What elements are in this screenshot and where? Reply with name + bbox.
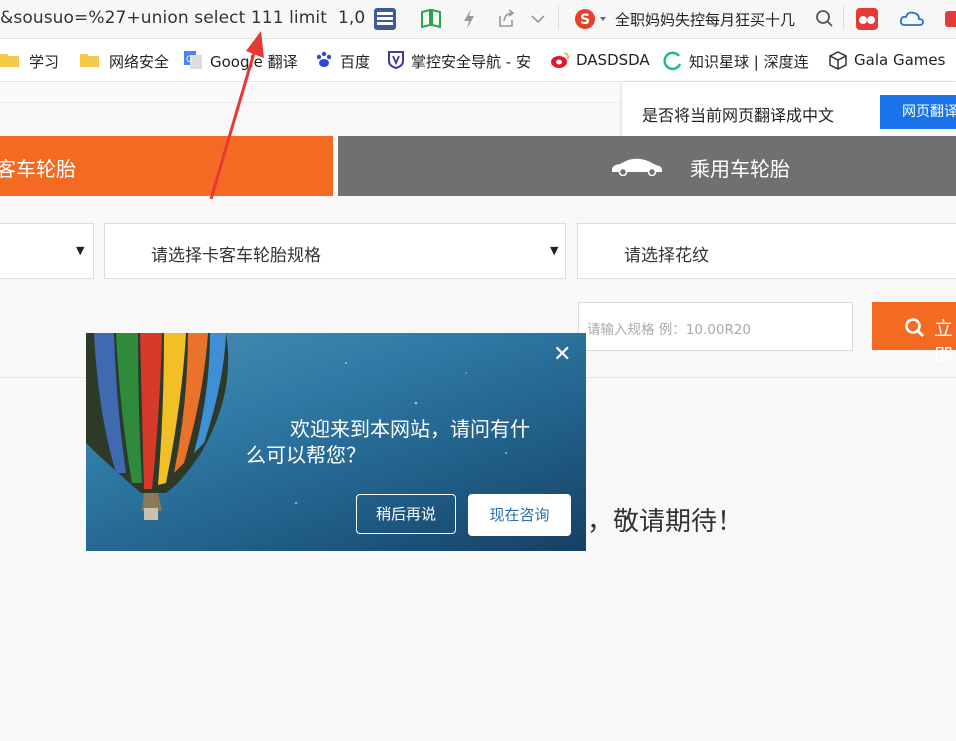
search-box[interactable]: 全职妈妈失控每月狂买十几 [615, 9, 795, 30]
pattern-select[interactable]: 请选择花纹 [577, 223, 956, 279]
google-translate-icon: G [184, 51, 202, 69]
tab-truck-tires[interactable]: 客车轮胎 [0, 136, 333, 196]
lightning-icon[interactable] [461, 7, 477, 31]
tab-car-tires-label: 乘用车轮胎 [690, 157, 790, 181]
chat-later-button[interactable]: 稍后再说 [356, 494, 456, 534]
toolbar-divider [558, 6, 559, 30]
video-icon[interactable] [944, 7, 956, 31]
chat-message-line1: 欢迎来到本网站，请问有什 [290, 417, 530, 441]
svg-text:S: S [580, 12, 590, 28]
pattern-select-label: 请选择花纹 [624, 246, 709, 266]
address-bar-url[interactable]: &sousuo=%27+union select 111 limit 1,0 [0, 8, 365, 28]
tab-truck-tires-label: 客车轮胎 [0, 157, 76, 181]
tab-car-tires[interactable]: 乘用车轮胎 [338, 136, 956, 196]
baidu-paw-icon [316, 51, 332, 67]
first-select[interactable]: ▼ [0, 223, 94, 279]
folder-icon [0, 54, 19, 67]
search-button-label: 立即 [934, 318, 954, 367]
zsxq-circle-icon [663, 51, 682, 71]
car-icon [612, 158, 662, 176]
svg-text:G: G [186, 55, 193, 65]
book-icon[interactable] [419, 7, 443, 31]
cloud-icon[interactable] [898, 7, 926, 31]
search-icon [905, 318, 925, 338]
bookmark-security-nav[interactable]: 掌控安全导航 - 安 [411, 51, 531, 72]
spec-select[interactable]: 请选择卡客车轮胎规格 ▼ [104, 223, 566, 279]
bookmark-baidu[interactable]: 百度 [340, 51, 370, 72]
bookmark-gala-games[interactable]: Gala Games [854, 51, 945, 69]
reader-mode-icon[interactable] [373, 7, 397, 31]
chat-consult-button[interactable]: 现在咨询 [468, 494, 571, 536]
bookmark-study[interactable]: 学习 [29, 51, 59, 72]
bookmark-google-translate[interactable]: Google 翻译 [210, 51, 298, 72]
search-button[interactable]: 立即 [872, 302, 956, 367]
bookmarks-bar: 学习 网络安全 G Google 翻译 百度 掌控安全导航 - 安 DASDSD… [0, 39, 956, 82]
sogou-search-icon[interactable]: S [573, 7, 609, 31]
browser-toolbar: &sousuo=%27+union select 111 limit 1,0 S… [0, 0, 956, 39]
cube-icon [829, 51, 847, 70]
chat-popup: ✕ 欢迎来到本网站，请问有什 么可以帮您？ 稍后再说 现在咨询 [86, 333, 586, 551]
weibo-icon [551, 52, 569, 68]
dropdown-arrow-icon: ▼ [76, 244, 85, 257]
translate-button[interactable]: 网页翻译 [880, 95, 956, 129]
spec-search-input[interactable]: 请输入规格 例：10.00R20 [578, 302, 853, 351]
toolbar-divider [843, 6, 844, 30]
bookmark-zsxq[interactable]: 知识星球 | 深度连 [689, 51, 809, 72]
extension-red-icon[interactable] [855, 7, 879, 31]
search-icon[interactable] [815, 7, 835, 31]
shield-icon [388, 51, 404, 69]
spec-select-label: 请选择卡客车轮胎规格 [151, 246, 321, 266]
coming-soon-text: ，敬请期待！ [587, 507, 744, 537]
folder-icon [80, 54, 99, 67]
translate-popup: 是否将当前网页翻译成中文 网页翻译 [622, 82, 956, 144]
bookmark-dasdsda[interactable]: DASDSDA [576, 51, 650, 69]
chat-close-button[interactable]: ✕ [553, 342, 571, 367]
bookmark-network-security[interactable]: 网络安全 [109, 51, 169, 72]
dropdown-arrow-icon: ▼ [550, 244, 559, 257]
chevron-down-icon[interactable] [530, 7, 546, 31]
spec-search-placeholder: 请输入规格 例：10.00R20 [587, 322, 751, 338]
translate-prompt: 是否将当前网页翻译成中文 [642, 106, 835, 125]
share-icon[interactable] [496, 7, 516, 31]
chat-message-line2: 么可以帮您？ [246, 443, 366, 467]
